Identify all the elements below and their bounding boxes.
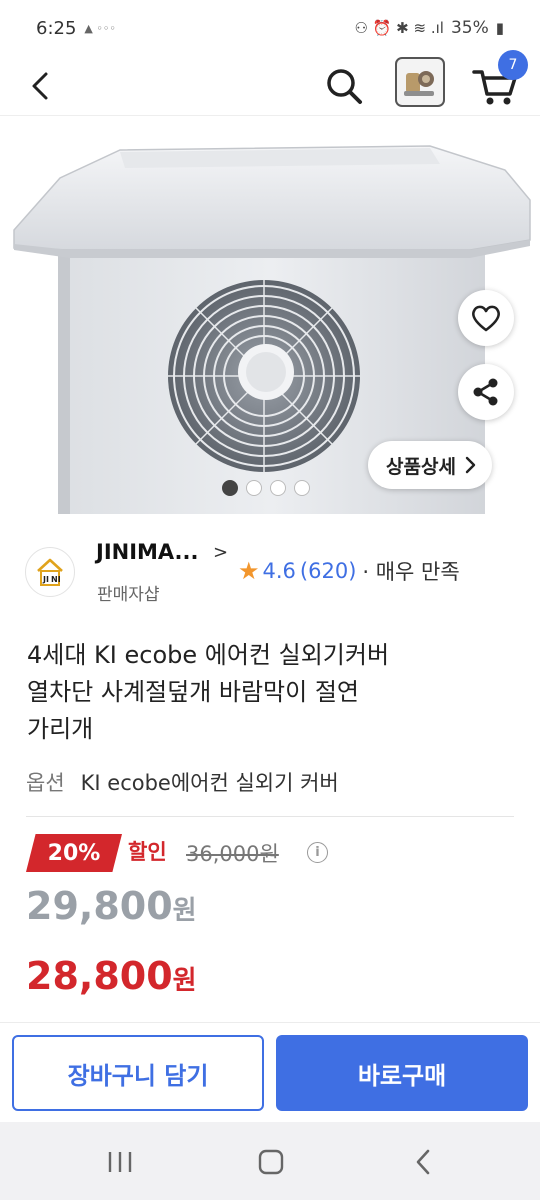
product-title-line: 4세대 KI ecobe 에어컨 실외기커버 (27, 641, 390, 669)
svg-text:JI: JI (42, 575, 49, 584)
product-title-line: 가리개 (27, 715, 94, 743)
info-icon[interactable]: i (307, 842, 328, 863)
seller-name[interactable]: JINIMA... (96, 540, 199, 564)
seller-logo[interactable]: JI NI (25, 547, 75, 597)
seller-logo-icon: JI NI (37, 558, 63, 586)
status-time: 6:25 (36, 17, 77, 39)
seller-shop-label: 판매자샵 (97, 585, 160, 605)
sale-price: 28,800원 (26, 954, 197, 998)
battery-level: 35% (450, 18, 489, 38)
carousel-dot[interactable] (246, 480, 262, 496)
share-button[interactable] (458, 364, 514, 420)
member-price: 29,800원 (26, 884, 197, 928)
home-icon (258, 1149, 284, 1175)
sale-price-unit: 원 (172, 966, 197, 996)
product-title-line: 열차단 사계절덮개 바람막이 절연 (27, 678, 360, 706)
option-value: KI ecobe에어컨 실외기 커버 (80, 771, 339, 795)
original-price: 36,000원 (186, 842, 279, 866)
chevron-right-icon (465, 456, 476, 474)
wishlist-button[interactable] (458, 290, 514, 346)
system-navigation-bar (0, 1122, 540, 1200)
carousel-dot[interactable] (270, 480, 286, 496)
member-price-unit: 원 (172, 896, 197, 926)
cart-count-badge: 7 (498, 50, 528, 80)
review-count: (620) (299, 559, 357, 583)
search-icon (327, 69, 362, 104)
product-title: 4세대 KI ecobe 에어컨 실외기커버 열차단 사계절덮개 바람막이 절연… (27, 637, 517, 748)
bottom-action-bar: 장바구니 담기 바로구매 (0, 1022, 540, 1122)
product-thumbnail-icon (404, 71, 434, 96)
notification-icons: ▲ ◦◦◦ (84, 21, 116, 35)
search-button[interactable] (320, 62, 368, 110)
recents-button[interactable] (100, 1142, 140, 1182)
seller-section: JI NI JINIMA... > 판매자샵 ★ 4.6 (620) · 매우 만… (0, 530, 540, 614)
option-label: 옵션 (26, 771, 65, 795)
back-icon (416, 1149, 430, 1175)
star-icon: ★ (238, 557, 260, 585)
status-icons: ⚇ ⏰ ✱ ≋ .ıl (354, 19, 444, 37)
discount-rate-badge: 20% (26, 834, 122, 872)
seller-chevron-icon[interactable]: > (213, 542, 228, 563)
heart-icon (472, 305, 500, 332)
system-back-button[interactable] (403, 1142, 443, 1182)
rating-description: · 매우 만족 (362, 560, 460, 584)
back-button[interactable] (18, 64, 62, 108)
rating-score: 4.6 (262, 559, 296, 583)
member-price-number: 29,800 (26, 884, 173, 928)
home-button[interactable] (251, 1142, 291, 1182)
buy-now-button[interactable]: 바로구매 (276, 1035, 528, 1111)
recent-product-thumbnail[interactable] (395, 57, 445, 107)
option-row[interactable]: 옵션 KI ecobe에어컨 실외기 커버 (26, 767, 514, 817)
status-bar: 6:25 ▲ ◦◦◦ ⚇ ⏰ ✱ ≋ .ıl 35% ▮ (0, 0, 540, 56)
carousel-indicator (222, 480, 310, 496)
carousel-dot[interactable] (294, 480, 310, 496)
product-detail-button[interactable]: 상품상세 (368, 441, 492, 489)
sale-price-number: 28,800 (26, 954, 173, 998)
product-image-carousel[interactable]: 상품상세 (0, 118, 540, 514)
product-detail-label: 상품상세 (386, 455, 456, 478)
carousel-dot[interactable] (222, 480, 238, 496)
battery-icon: ▮ (495, 19, 504, 37)
product-rating[interactable]: ★ 4.6 (620) · 매우 만족 (238, 556, 460, 586)
recents-icon (108, 1152, 132, 1172)
chevron-left-icon (32, 72, 48, 100)
share-icon (473, 378, 498, 406)
app-header (0, 56, 540, 116)
add-to-cart-button[interactable]: 장바구니 담기 (12, 1035, 264, 1111)
discount-label: 할인 (128, 840, 167, 864)
svg-text:NI: NI (51, 575, 61, 584)
